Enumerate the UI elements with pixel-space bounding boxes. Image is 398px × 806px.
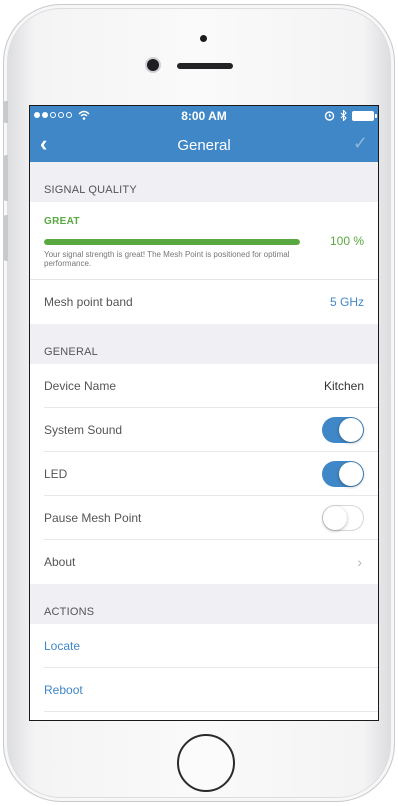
led-toggle[interactable] xyxy=(322,461,364,487)
about-row[interactable]: About › xyxy=(30,540,378,584)
pause-mesh-point-row: Pause Mesh Point xyxy=(30,496,378,540)
device-name-label: Device Name xyxy=(44,379,117,393)
about-label: About xyxy=(44,555,76,569)
led-row: LED xyxy=(30,452,378,496)
signal-description: Your signal strength is great! The Mesh … xyxy=(44,250,290,268)
row-divider xyxy=(44,711,378,712)
reboot-label: Reboot xyxy=(44,683,83,697)
signal-quality-card: GREAT 100 % Your signal strength is grea… xyxy=(30,202,378,280)
system-sound-row: System Sound xyxy=(30,408,378,452)
signal-progress-bar xyxy=(44,239,300,245)
signal-rating: GREAT xyxy=(44,216,80,227)
front-camera xyxy=(147,59,159,71)
app-screen: 8:00 AM ‹ General ✓ SIGNAL QUALITY GREAT xyxy=(29,105,379,721)
locate-button[interactable]: Locate xyxy=(30,624,378,668)
section-header-general: GENERAL xyxy=(30,324,378,364)
done-button[interactable]: ✓ xyxy=(353,133,368,154)
signal-progress-row: 100 % xyxy=(44,234,364,248)
volume-up-button xyxy=(4,155,8,201)
mesh-point-band-label: Mesh point band xyxy=(44,295,133,309)
toggle-knob xyxy=(339,462,363,486)
earpiece-speaker xyxy=(177,63,233,69)
signal-percent: 100 % xyxy=(329,234,364,248)
page-title: General xyxy=(177,137,231,154)
led-label: LED xyxy=(44,467,68,481)
system-sound-label: System Sound xyxy=(44,423,123,437)
bluetooth-icon xyxy=(340,110,347,121)
system-sound-toggle[interactable] xyxy=(322,417,364,443)
mute-switch xyxy=(4,101,8,123)
section-header-actions: ACTIONS xyxy=(30,584,378,624)
mesh-point-band-value: 5 GHz xyxy=(329,295,364,309)
mesh-point-band-row[interactable]: Mesh point band 5 GHz xyxy=(30,280,378,324)
phone-frame: 8:00 AM ‹ General ✓ SIGNAL QUALITY GREAT xyxy=(3,4,395,802)
pause-mesh-point-label: Pause Mesh Point xyxy=(44,511,142,525)
device-name-row[interactable]: Device Name Kitchen xyxy=(30,364,378,408)
battery-icon xyxy=(352,110,377,121)
home-button[interactable] xyxy=(177,734,235,792)
status-bar: 8:00 AM xyxy=(30,106,378,128)
signal-progress-fill xyxy=(44,239,300,245)
volume-down-button xyxy=(4,215,8,261)
proximity-sensor xyxy=(200,35,207,42)
pause-mesh-point-toggle[interactable] xyxy=(322,505,364,531)
status-right xyxy=(324,110,377,121)
locate-label: Locate xyxy=(44,639,81,653)
toggle-knob xyxy=(339,418,363,442)
toggle-knob xyxy=(323,506,347,530)
reboot-button[interactable]: Reboot xyxy=(30,668,378,712)
navigation-bar: ‹ General ✓ xyxy=(30,128,378,162)
chevron-right-icon: › xyxy=(357,554,362,570)
device-name-value: Kitchen xyxy=(323,379,364,393)
section-header-signal-quality: SIGNAL QUALITY xyxy=(30,162,378,202)
alarm-icon xyxy=(324,111,335,121)
